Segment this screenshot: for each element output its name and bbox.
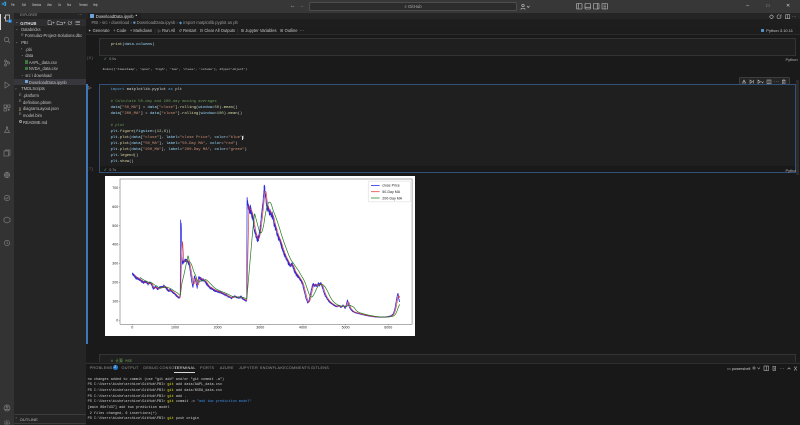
svg-text:500: 500 (112, 224, 118, 228)
svg-text:2000: 2000 (213, 326, 221, 330)
svg-text:100: 100 (112, 300, 118, 304)
svg-text:200-Day MA: 200-Day MA (382, 197, 402, 201)
svg-text:4000: 4000 (299, 326, 307, 330)
svg-text:5000: 5000 (341, 326, 349, 330)
svg-text:600: 600 (112, 205, 118, 209)
svg-text:0: 0 (131, 326, 133, 330)
svg-text:400: 400 (112, 243, 118, 247)
svg-text:700: 700 (112, 186, 118, 190)
svg-text:200: 200 (112, 281, 118, 285)
svg-text:0: 0 (116, 319, 118, 323)
svg-text:close Price: close Price (382, 184, 400, 188)
svg-text:1000: 1000 (171, 326, 179, 330)
svg-text:300: 300 (112, 262, 118, 266)
svg-text:50-Day MA: 50-Day MA (382, 190, 401, 194)
svg-text:3000: 3000 (256, 326, 264, 330)
svg-text:6000: 6000 (384, 326, 392, 330)
